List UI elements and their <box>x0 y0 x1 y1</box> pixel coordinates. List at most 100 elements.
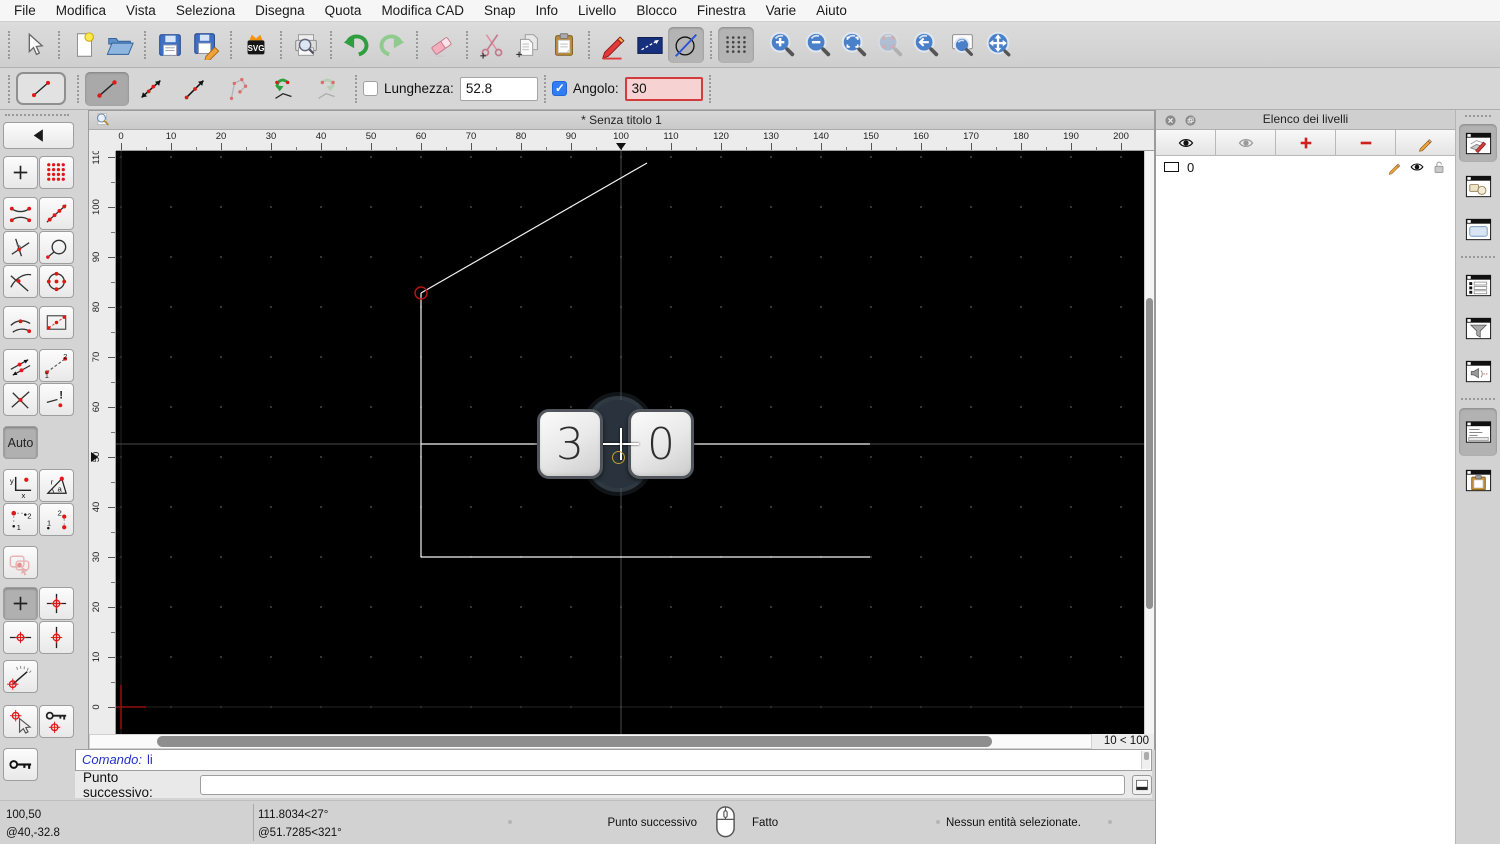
length-checkbox[interactable] <box>363 81 378 96</box>
restrict-nothing-button[interactable] <box>3 587 38 620</box>
save-document-as-button[interactable] <box>188 27 224 63</box>
grid-toggle-button[interactable] <box>718 27 754 63</box>
snap-on-entity-button[interactable] <box>39 197 74 230</box>
menu-snap[interactable]: Snap <box>474 3 526 18</box>
snap-relative-zero-button[interactable] <box>3 705 38 738</box>
polyline-button[interactable] <box>217 72 261 106</box>
hide-all-layers-button[interactable] <box>1216 130 1276 155</box>
relative-corner-2-button[interactable]: 12 <box>39 503 74 536</box>
new-document-button[interactable] <box>66 27 102 63</box>
menu-file[interactable]: File <box>4 3 46 18</box>
show-all-layers-button[interactable] <box>1156 130 1216 155</box>
delete-entities-button[interactable] <box>424 27 460 63</box>
menu-disegna[interactable]: Disegna <box>245 3 315 18</box>
zoom-pan-button[interactable] <box>980 27 1016 63</box>
snap-intersection-button[interactable] <box>3 383 38 416</box>
horizontal-scrollbar-thumb[interactable] <box>157 736 992 747</box>
dock-entity-list-button[interactable] <box>1459 266 1497 304</box>
back-button[interactable] <box>3 122 74 149</box>
menu-seleziona[interactable]: Seleziona <box>166 3 245 18</box>
menu-vista[interactable]: Vista <box>116 3 166 18</box>
snap-free-button[interactable] <box>3 156 38 189</box>
angle-checkbox[interactable] <box>552 81 567 96</box>
layer-lock-icon[interactable] <box>1431 159 1447 175</box>
snap-grid-button[interactable] <box>39 156 74 189</box>
entity-attributes-button[interactable] <box>632 27 668 63</box>
print-preview-button[interactable] <box>288 27 324 63</box>
menu-modifica[interactable]: Modifica <box>46 3 116 18</box>
menu-livello[interactable]: Livello <box>568 3 626 18</box>
snap-in-box-button[interactable] <box>39 306 74 339</box>
snap-nearest-button[interactable] <box>3 306 38 339</box>
undock-icon[interactable] <box>1183 113 1198 128</box>
keyboard-toggle-button[interactable] <box>1132 775 1152 795</box>
dock-layer-list-button[interactable] <box>1459 124 1497 162</box>
dock-library-browser-button[interactable] <box>1459 210 1497 248</box>
dock-block-list-button[interactable] <box>1459 167 1497 205</box>
restrict-horizontal-button[interactable] <box>3 621 38 654</box>
menu-finestra[interactable]: Finestra <box>687 3 756 18</box>
angle-input[interactable] <box>625 77 703 101</box>
set-relative-zero-button[interactable] <box>3 660 38 693</box>
coord-cartesian-button[interactable]: yx <box>3 469 38 502</box>
menu-aiuto[interactable]: Aiuto <box>806 3 857 18</box>
horizontal-scrollbar[interactable] <box>89 734 1092 749</box>
snap-circle-button[interactable] <box>39 231 74 264</box>
undo-segment-button[interactable] <box>261 72 305 106</box>
edit-layer-button[interactable] <box>1396 130 1455 155</box>
export-svg-button[interactable]: SVG <box>238 27 274 63</box>
layer-row[interactable]: 0 <box>1156 156 1455 178</box>
dock-notifications-button[interactable] <box>1459 352 1497 390</box>
snap-distance-button[interactable]: 12 <box>39 349 74 382</box>
remove-layer-button[interactable] <box>1336 130 1396 155</box>
close-icon[interactable] <box>1163 113 1178 128</box>
relative-corner-1-button[interactable]: 12 <box>3 503 38 536</box>
layer-visibility-icon[interactable] <box>1409 159 1425 175</box>
menu-info[interactable]: Info <box>526 3 569 18</box>
command-input[interactable] <box>200 775 1126 795</box>
paste-button[interactable] <box>546 27 582 63</box>
copy-button[interactable] <box>510 27 546 63</box>
selection-faded-button[interactable] <box>3 546 38 579</box>
document-titlebar[interactable]: * Senza titolo 1 <box>89 111 1154 130</box>
line-angle-button[interactable] <box>129 72 173 106</box>
restrict-orthogonal-button[interactable] <box>39 587 74 620</box>
vertical-scrollbar-thumb[interactable] <box>1146 298 1153 609</box>
save-document-button[interactable] <box>152 27 188 63</box>
line-horizontal-button[interactable] <box>173 72 217 106</box>
zoom-previous-button[interactable] <box>908 27 944 63</box>
zoom-out-button[interactable] <box>800 27 836 63</box>
restrict-vertical-button[interactable] <box>39 621 74 654</box>
select-button[interactable] <box>16 27 52 63</box>
snap-center-button[interactable] <box>39 265 74 298</box>
menu-varie[interactable]: Varie <box>756 3 807 18</box>
zoom-in-button[interactable] <box>764 27 800 63</box>
draw-order-button[interactable] <box>668 27 704 63</box>
coord-polar-button[interactable]: ra <box>39 469 74 502</box>
open-document-button[interactable] <box>102 27 138 63</box>
drawing-canvas[interactable]: 3 0 <box>116 151 1144 734</box>
dock-entity-filter-button[interactable] <box>1459 309 1497 347</box>
menu-modifica-cad[interactable]: Modifica CAD <box>371 3 474 18</box>
menu-blocco[interactable]: Blocco <box>626 3 687 18</box>
line-two-points-button[interactable] <box>85 72 129 106</box>
add-layer-button[interactable] <box>1276 130 1336 155</box>
snap-tangent-button[interactable] <box>3 265 38 298</box>
snap-intersection-manual-button[interactable]: ! <box>39 383 74 416</box>
redo-segment-button[interactable] <box>305 72 349 106</box>
cut-button[interactable] <box>474 27 510 63</box>
dock-clipboard-button[interactable] <box>1459 461 1497 499</box>
command-history-scrollbar[interactable] <box>1141 751 1150 769</box>
redo-button[interactable] <box>374 27 410 63</box>
snap-auto-button[interactable]: Auto <box>3 426 38 459</box>
edit-layer-icon[interactable] <box>1387 159 1403 175</box>
zoom-window-button[interactable] <box>944 27 980 63</box>
menu-quota[interactable]: Quota <box>315 3 372 18</box>
unlock-relative-zero-button[interactable] <box>3 748 38 781</box>
snap-perpendicular-button[interactable] <box>3 231 38 264</box>
snap-middle-button[interactable] <box>3 349 38 382</box>
vertical-scrollbar[interactable] <box>1144 151 1154 734</box>
undo-button[interactable] <box>338 27 374 63</box>
pen-attributes-button[interactable] <box>596 27 632 63</box>
zoom-auto-button[interactable] <box>836 27 872 63</box>
